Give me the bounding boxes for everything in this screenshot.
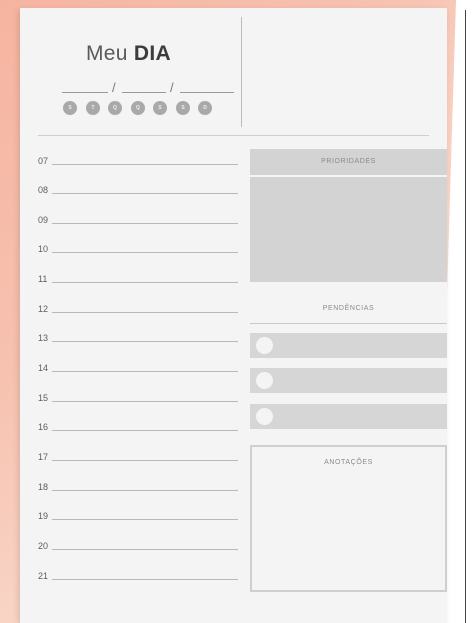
hour-row[interactable]: 17 (38, 450, 238, 462)
hour-line (52, 252, 238, 253)
hour-row[interactable]: 09 (38, 213, 238, 225)
hour-line (52, 312, 238, 313)
hour-line (52, 430, 238, 431)
notes-box[interactable]: ANOTAÇÕES (250, 445, 447, 592)
header-divider-vertical (241, 17, 242, 127)
date-separator: / (112, 80, 116, 95)
hour-row[interactable]: 21 (38, 569, 238, 581)
checkbox-circle-icon[interactable] (256, 408, 273, 425)
edge-line (465, 10, 466, 623)
priorities-box[interactable] (250, 177, 447, 282)
hour-label: 14 (38, 363, 49, 373)
hour-line (52, 401, 238, 402)
date-day-line (62, 92, 108, 93)
weekday-bubble[interactable]: S (176, 101, 190, 115)
hour-line (52, 549, 238, 550)
hour-row[interactable]: 15 (38, 391, 238, 403)
date-month-line (122, 92, 166, 93)
date-field[interactable]: / / (62, 75, 238, 95)
weekday-bubble[interactable]: S (63, 101, 77, 115)
hour-line (52, 164, 238, 165)
hour-label: 13 (38, 333, 49, 343)
hour-label: 17 (38, 452, 49, 462)
hour-label: 19 (38, 511, 49, 521)
weekday-bubble[interactable]: Q (131, 101, 145, 115)
hour-label: 21 (38, 571, 49, 581)
hour-label: 09 (38, 215, 49, 225)
hour-label: 12 (38, 304, 49, 314)
hour-line (52, 371, 238, 372)
hour-row[interactable]: 13 (38, 331, 238, 343)
hour-label: 11 (38, 274, 48, 284)
hour-row[interactable]: 16 (38, 420, 238, 432)
hour-line (52, 282, 238, 283)
hour-line (52, 193, 238, 194)
hour-row[interactable]: 08 (38, 183, 238, 195)
hour-label: 07 (38, 156, 49, 166)
hour-label: 20 (38, 541, 49, 551)
hour-row[interactable]: 10 (38, 242, 238, 254)
checkbox-circle-icon[interactable] (256, 337, 273, 354)
hour-line (52, 519, 238, 520)
header-divider (38, 135, 429, 136)
pending-item[interactable] (250, 368, 447, 393)
hour-label: 08 (38, 185, 49, 195)
hour-label: 18 (38, 482, 49, 492)
pending-divider (250, 323, 447, 324)
priorities-header: PRIORIDADES (250, 149, 447, 175)
weekday-bubble[interactable]: T (86, 101, 100, 115)
hour-line (52, 460, 238, 461)
weekday-bubble[interactable]: D (198, 101, 212, 115)
hour-row[interactable]: 19 (38, 509, 238, 521)
pending-item[interactable] (250, 333, 447, 358)
hour-row[interactable]: 18 (38, 480, 238, 492)
hour-row[interactable]: 11 (38, 272, 238, 284)
hour-label: 16 (38, 422, 49, 432)
hour-row[interactable]: 07 (38, 154, 238, 166)
pending-item[interactable] (250, 404, 447, 429)
hour-row[interactable]: 20 (38, 539, 238, 551)
title-regular: Meu (86, 42, 128, 65)
hour-row[interactable]: 14 (38, 361, 238, 373)
hour-label: 10 (38, 244, 49, 254)
pending-header: PENDÊNCIAS (322, 305, 375, 312)
page-title: Meu DIA (86, 42, 171, 66)
weekday-selector: S T Q Q S S D (63, 101, 233, 115)
hour-label: 15 (38, 393, 49, 403)
title-bold: DIA (133, 42, 171, 65)
hour-row[interactable]: 12 (38, 302, 238, 314)
planner-sheet: Meu DIA / / S T Q Q S S D 07 08 09 10 11… (20, 8, 447, 623)
hour-line (52, 579, 238, 580)
date-year-line (180, 92, 234, 93)
checkbox-circle-icon[interactable] (256, 372, 273, 389)
weekday-bubble[interactable]: S (153, 101, 167, 115)
hour-line (52, 223, 238, 224)
date-separator: / (170, 80, 174, 95)
weekday-bubble[interactable]: Q (108, 101, 122, 115)
notes-header: ANOTAÇÕES (324, 459, 373, 466)
hour-line (52, 490, 238, 491)
hour-line (52, 341, 238, 342)
